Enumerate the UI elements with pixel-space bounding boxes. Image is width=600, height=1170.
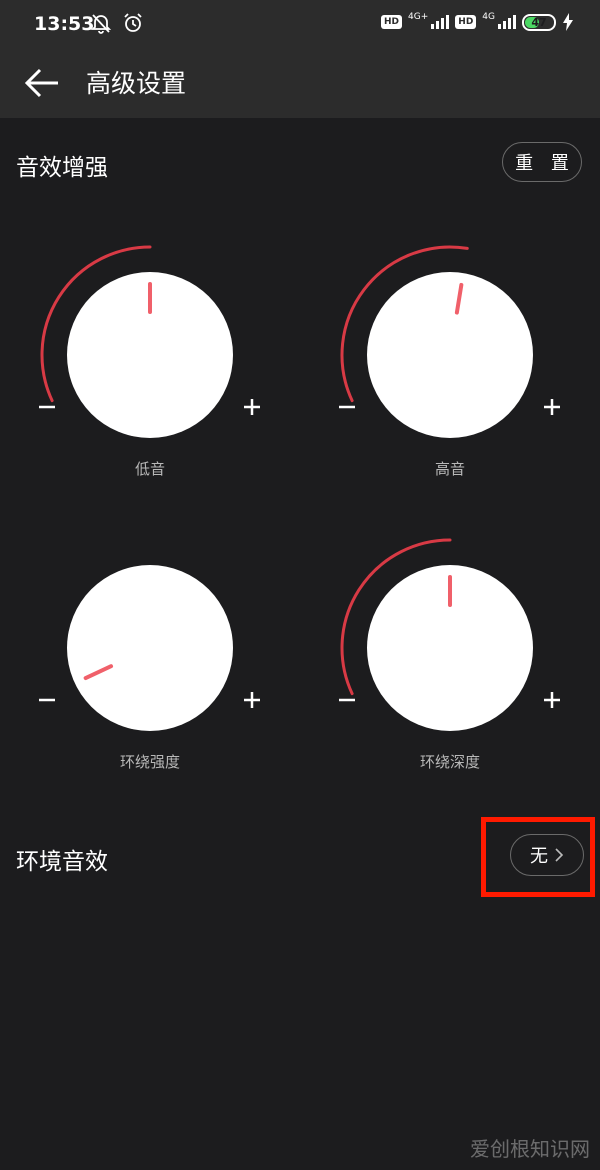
knob-bass: 低音 <box>0 205 300 495</box>
bass-minus-button[interactable] <box>30 390 64 424</box>
watermark: 爱创根知识网 <box>470 1137 590 1161</box>
signal-icon <box>431 15 450 29</box>
knob-face <box>67 565 233 731</box>
knob-surround-strength: 环绕强度 <box>0 498 300 788</box>
plus-icon <box>244 399 260 415</box>
section-title-sound-enhancement: 音效增强 <box>16 155 108 181</box>
knob-treble: 高音 <box>300 205 600 495</box>
network-type-1: 4G+ <box>408 12 429 22</box>
surround-strength-plus-button[interactable] <box>235 683 269 717</box>
status-left-icons <box>90 12 144 34</box>
plus-icon <box>544 692 560 708</box>
surround-depth-plus-button[interactable] <box>535 683 569 717</box>
chevron-right-icon <box>555 848 564 862</box>
hd-badge-2: HD <box>455 15 477 29</box>
arrow-left-icon <box>24 68 58 98</box>
ambient-effect-row: 环境音效 无 <box>0 817 600 900</box>
knob-surround-depth: 环绕深度 <box>300 498 600 788</box>
status-bar: 13:53 HD 4G+ HD 4G 47 <box>0 0 600 48</box>
charging-bolt-icon <box>563 13 573 31</box>
signal-icon-2 <box>498 15 516 29</box>
hd-badge: HD <box>381 15 403 29</box>
alarm-clock-icon <box>124 13 142 32</box>
treble-plus-button[interactable] <box>535 390 569 424</box>
minus-icon <box>339 405 355 409</box>
reset-button[interactable]: 重 置 <box>502 142 582 182</box>
knob-face <box>367 272 533 438</box>
ambient-effect-label: 环境音效 <box>16 849 108 875</box>
plus-icon <box>544 399 560 415</box>
app-bar: 高级设置 <box>0 48 600 118</box>
ambient-effect-select-button[interactable]: 无 <box>510 834 584 876</box>
surround-depth-minus-button[interactable] <box>330 683 364 717</box>
network-type-2: 4G <box>482 12 495 22</box>
mute-bell-icon <box>90 14 112 34</box>
treble-minus-button[interactable] <box>330 390 364 424</box>
battery-icon: 47 <box>522 13 556 31</box>
minus-icon <box>339 698 355 702</box>
status-right-icons: HD 4G+ HD 4G 47 <box>381 12 574 31</box>
knob-label: 环绕深度 <box>419 753 480 771</box>
back-button[interactable] <box>18 62 66 104</box>
page-title: 高级设置 <box>86 69 187 98</box>
status-time: 13:53 <box>34 13 95 35</box>
knob-label: 低音 <box>134 460 165 478</box>
minus-icon <box>39 698 55 702</box>
knob-label: 环绕强度 <box>119 753 180 771</box>
surround-strength-minus-button[interactable] <box>30 683 64 717</box>
knob-label: 高音 <box>434 460 465 478</box>
minus-icon <box>39 405 55 409</box>
plus-icon <box>244 692 260 708</box>
bass-plus-button[interactable] <box>235 390 269 424</box>
battery-level: 47 <box>531 15 547 29</box>
ambient-effect-value: 无 <box>530 846 548 867</box>
